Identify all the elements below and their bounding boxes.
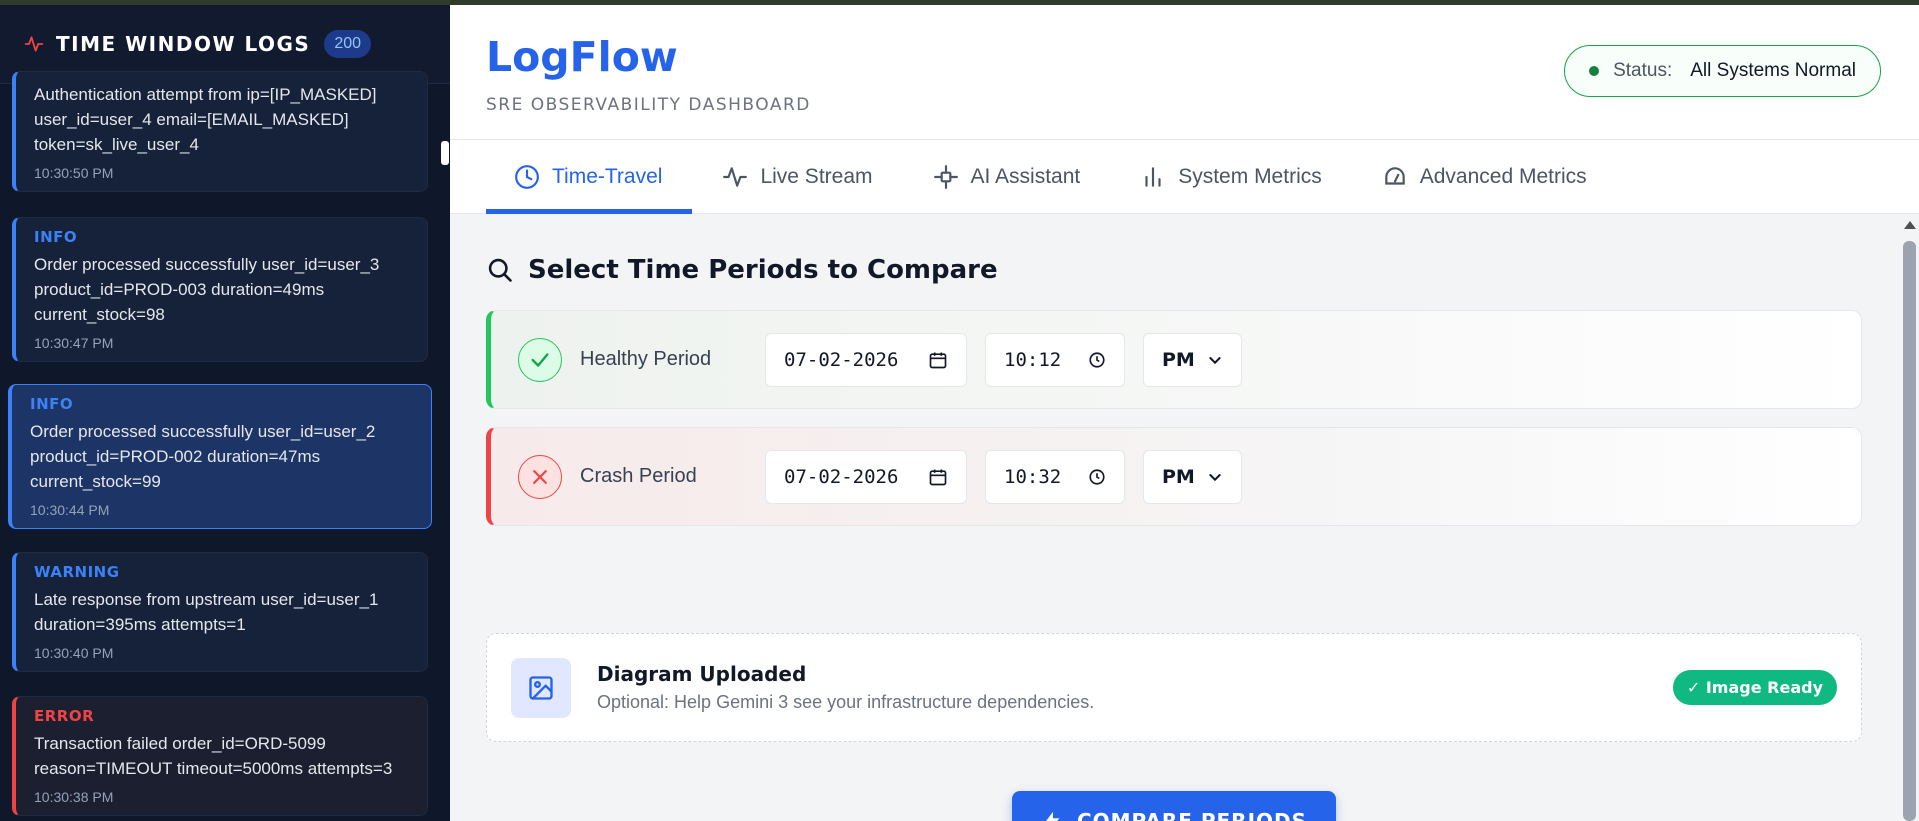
x-icon (518, 454, 562, 499)
tab-label: Live Stream (760, 165, 873, 188)
log-message: Order processed successfully user_id=use… (30, 422, 376, 491)
pulse-icon (24, 36, 44, 52)
crash-time-input[interactable]: 10:32 (985, 449, 1125, 504)
log-time: 10:30:40 PM (34, 645, 114, 661)
tab-label: System Metrics (1178, 165, 1322, 188)
healthy-ampm-select[interactable]: PM (1143, 332, 1242, 387)
log-time: 10:30:47 PM (34, 335, 114, 351)
healthy-time-input[interactable]: 10:12 (985, 332, 1125, 387)
main-panel: LogFlow SRE OBSERVABILITY DASHBOARD Stat… (450, 5, 1919, 821)
lightning-icon (1045, 811, 1060, 821)
app-subtitle: SRE OBSERVABILITY DASHBOARD (486, 95, 811, 115)
log-time: 10:30:44 PM (30, 502, 110, 518)
crash-period-label: Crash Period (580, 465, 697, 487)
time-value: 10:12 (1004, 348, 1062, 371)
log-message: Authentication attempt from ip=[IP_MASKE… (34, 85, 377, 154)
diagram-upload-area[interactable]: Diagram Uploaded Optional: Help Gemini 3… (486, 633, 1862, 742)
tab-label: Time-Travel (552, 165, 663, 188)
log-card[interactable]: INFO Order processed successfully user_i… (12, 217, 428, 362)
chevron-down-icon (1209, 356, 1221, 364)
clock-icon[interactable] (1088, 468, 1106, 486)
scroll-up-arrow-icon[interactable] (1904, 221, 1916, 229)
check-icon (518, 337, 562, 382)
log-count-badge: 200 (324, 30, 372, 58)
log-level: INFO (30, 395, 74, 413)
tab-label: Advanced Metrics (1419, 165, 1587, 188)
section-title-text: Select Time Periods to Compare (528, 255, 998, 285)
time-travel-panel: Select Time Periods to Compare Healthy P… (450, 215, 1890, 821)
healthy-period-label: Healthy Period (580, 348, 712, 370)
healthy-date-input[interactable]: 07-02-2026 (765, 332, 967, 387)
search-icon (488, 258, 512, 282)
clock-icon[interactable] (1088, 351, 1106, 369)
log-level: WARNING (34, 563, 120, 581)
scroll-thumb[interactable] (1903, 241, 1916, 821)
tab-system-metrics[interactable]: System Metrics (1110, 140, 1352, 214)
tab-time-travel[interactable]: Time-Travel (486, 140, 693, 214)
log-time: 10:30:38 PM (34, 789, 114, 805)
crash-date-input[interactable]: 07-02-2026 (765, 449, 967, 504)
log-level: ERROR (34, 707, 95, 725)
log-level: INFO (34, 228, 78, 246)
log-card[interactable]: WARNING Late response from upstream user… (12, 552, 428, 672)
healthy-period-row: Healthy Period 07-02-2026 10:12 PM (486, 310, 1862, 409)
crash-period-row: Crash Period 07-02-2026 10:32 PM (486, 427, 1862, 526)
time-value: 10:32 (1004, 465, 1062, 488)
ampm-value: PM (1162, 465, 1195, 488)
date-value: 07-02-2026 (784, 348, 899, 371)
crash-ampm-select[interactable]: PM (1143, 449, 1242, 504)
brand-logo: LogFlow (486, 33, 678, 81)
log-time: 10:30:50 PM (34, 165, 114, 181)
image-icon (511, 657, 571, 718)
ampm-value: PM (1162, 348, 1195, 371)
upload-subtitle: Optional: Help Gemini 3 see your infrast… (597, 692, 1095, 712)
status-dot-icon (1589, 66, 1600, 76)
robot-icon (933, 165, 958, 189)
log-message: Order processed successfully user_id=use… (34, 255, 380, 324)
status-label: Status: (1613, 60, 1673, 81)
log-message: Transaction failed order_id=ORD-5099 rea… (34, 734, 393, 778)
tab-label: AI Assistant (970, 165, 1081, 188)
status-value: All Systems Normal (1690, 60, 1856, 81)
log-card-selected[interactable]: INFO Order processed successfully user_i… (8, 384, 432, 529)
log-card[interactable]: Authentication attempt from ip=[IP_MASKE… (12, 71, 428, 192)
gauge-icon (1384, 167, 1405, 185)
app-header: LogFlow SRE OBSERVABILITY DASHBOARD Stat… (450, 5, 1919, 140)
log-card[interactable]: ERROR Transaction failed order_id=ORD-50… (12, 696, 428, 816)
sidebar-scrollbar[interactable] (441, 141, 449, 165)
main-scrollbar[interactable] (1900, 215, 1919, 821)
bar-chart-icon (1145, 167, 1161, 187)
status-indicator: Status: All Systems Normal (1564, 45, 1881, 97)
tab-ai-assistant[interactable]: AI Assistant (903, 140, 1111, 214)
section-title: Select Time Periods to Compare (486, 255, 998, 285)
date-value: 07-02-2026 (784, 465, 899, 488)
image-ready-badge: ✓ Image Ready (1672, 670, 1837, 705)
log-message: Late response from upstream user_id=user… (34, 590, 379, 634)
calendar-icon[interactable] (928, 467, 948, 487)
pulse-icon (723, 167, 748, 187)
window-top-border (0, 0, 1919, 5)
upload-title: Diagram Uploaded (597, 662, 807, 686)
calendar-icon[interactable] (928, 350, 948, 370)
tab-advanced-metrics[interactable]: Advanced Metrics (1352, 140, 1617, 214)
upload-text: Diagram Uploaded Optional: Help Gemini 3… (597, 662, 1094, 713)
log-sidebar: TIME WINDOW LOGS 200 Authentication atte… (0, 5, 450, 821)
sidebar-title: TIME WINDOW LOGS (56, 32, 311, 56)
chevron-down-icon (1209, 473, 1221, 481)
compare-periods-button[interactable]: COMPARE PERIODS (1012, 791, 1336, 821)
tab-bar: Time-Travel Live Stream AI Assistant Sys… (450, 140, 1919, 214)
compare-button-label: COMPARE PERIODS (1076, 809, 1308, 821)
tab-live-stream[interactable]: Live Stream (692, 140, 902, 214)
clock-icon (515, 165, 539, 189)
